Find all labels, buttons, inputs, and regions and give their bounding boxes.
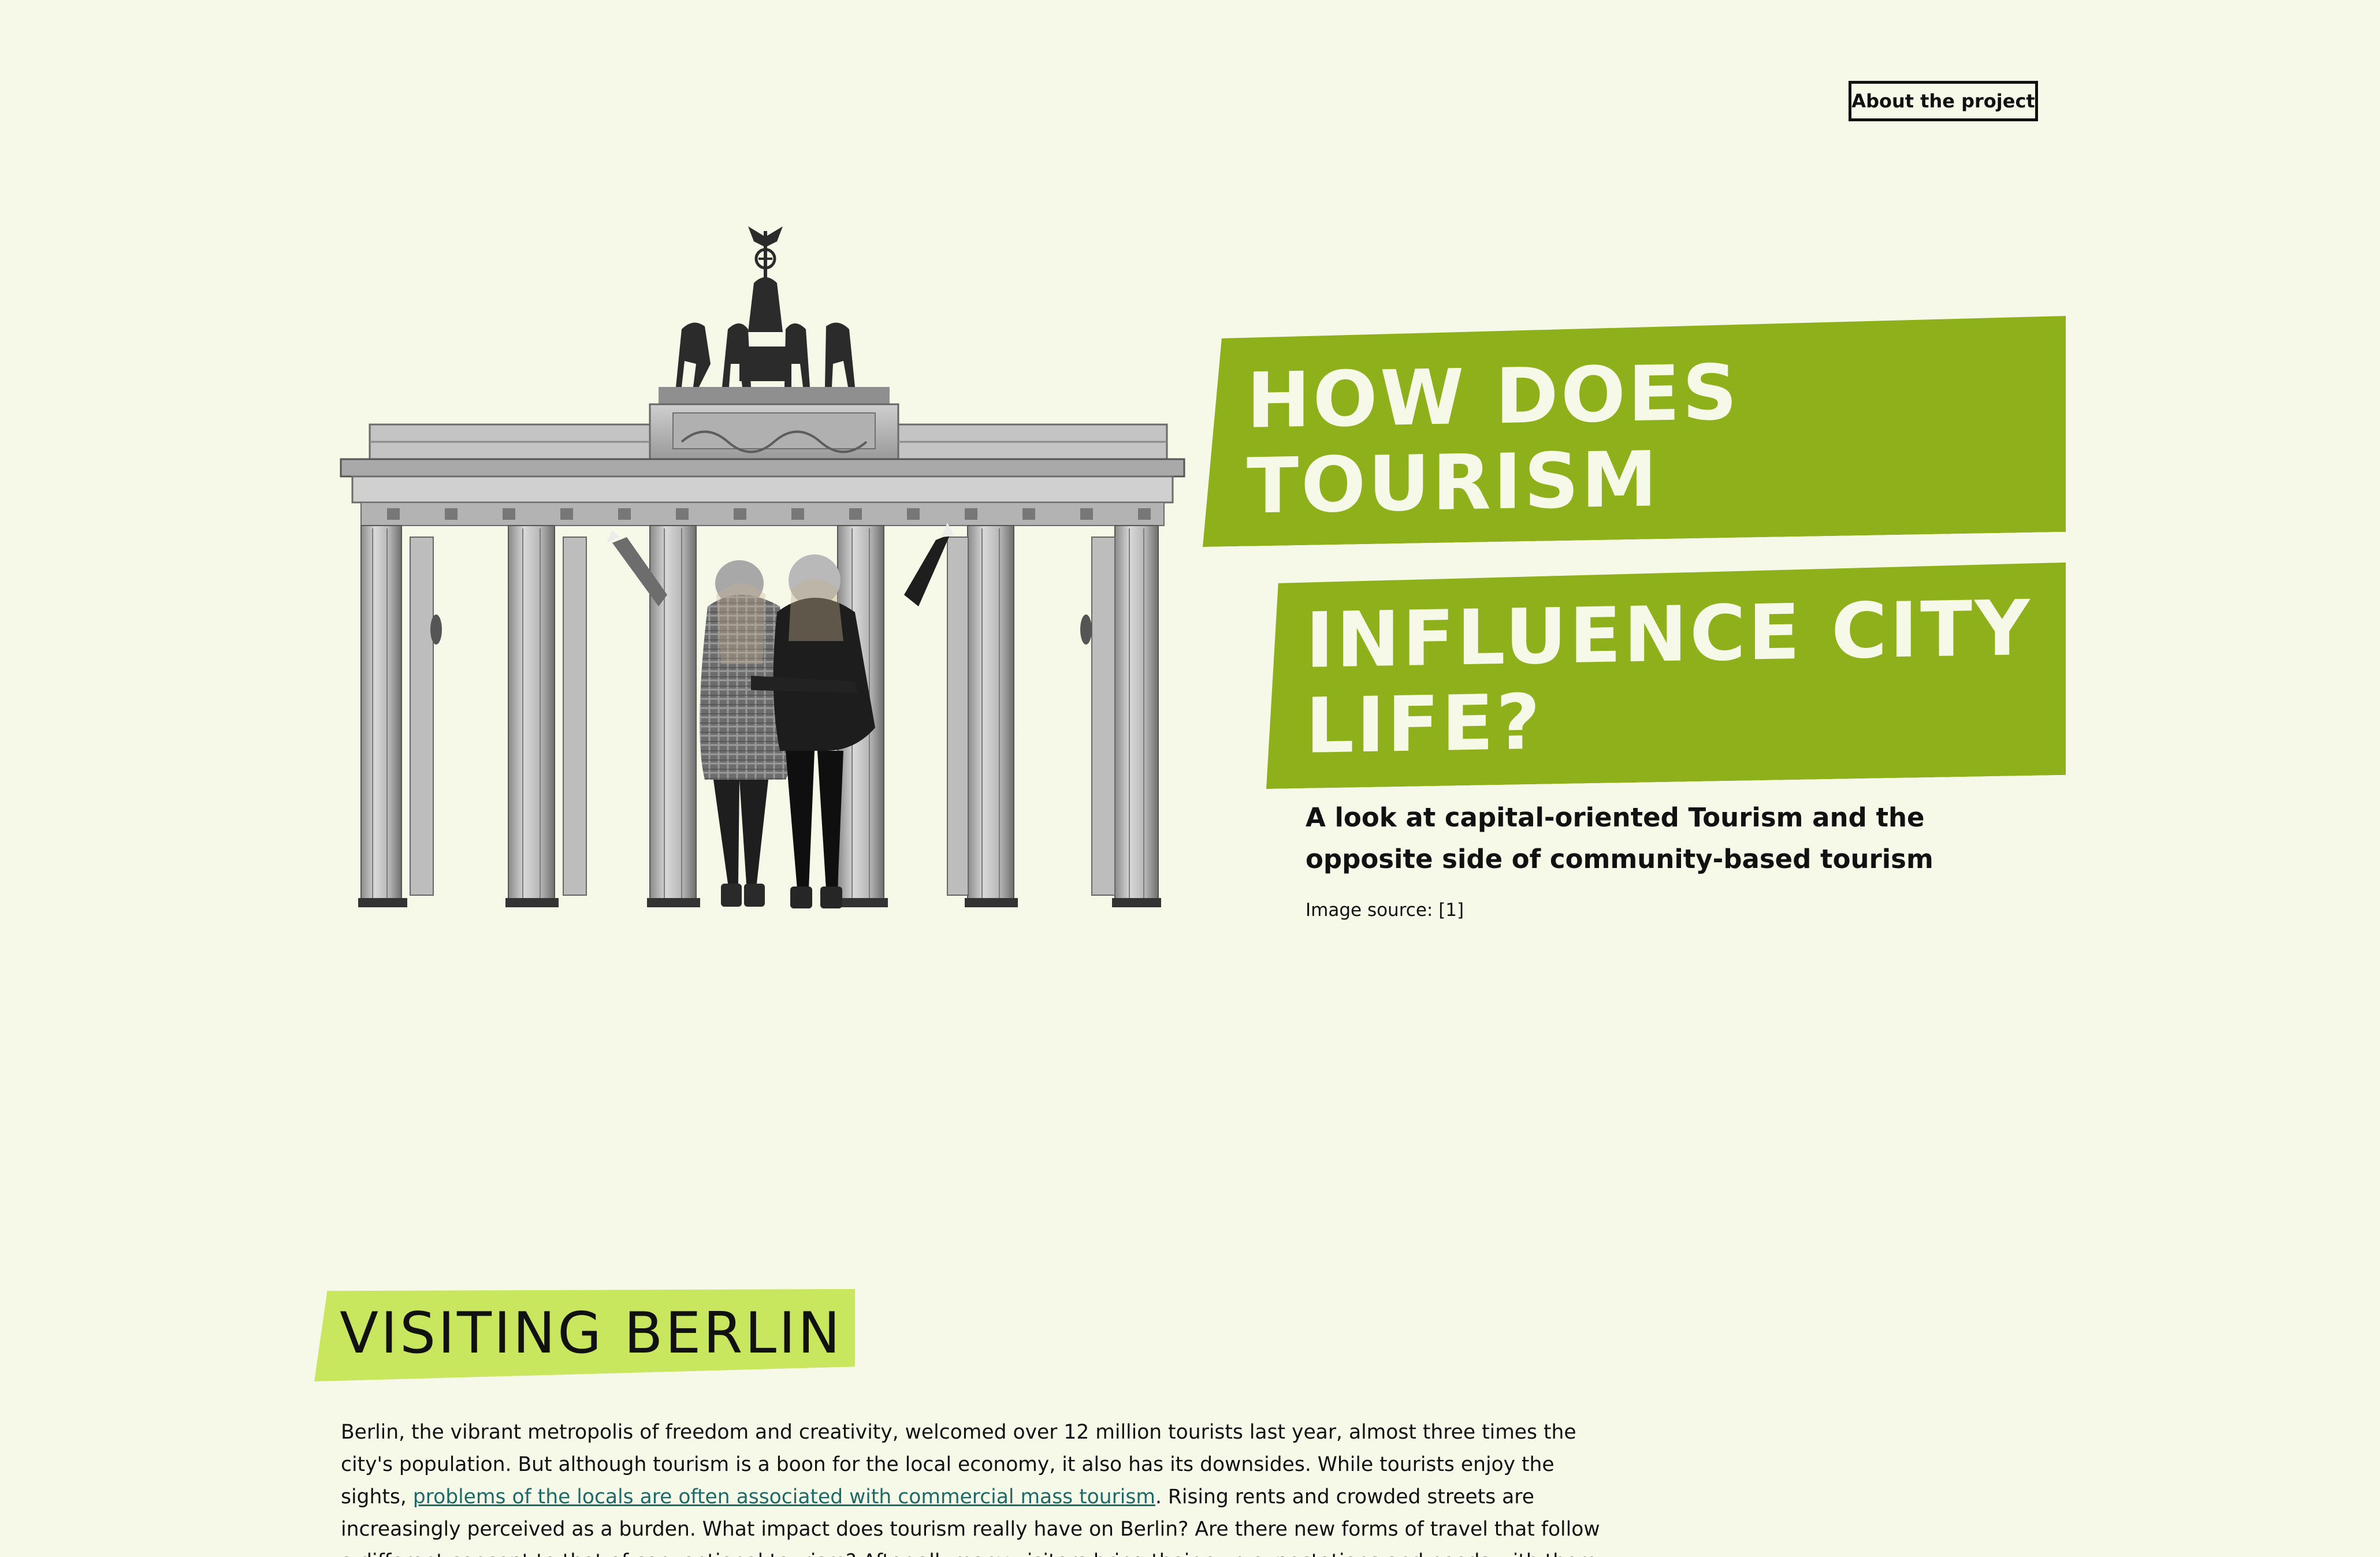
mass-tourism-problems-link[interactable]: problems of the locals are often associa… (413, 1485, 1155, 1508)
image-source-caption: Image source: [1] (1306, 900, 1464, 921)
hero-title-banner-1: HOW DOES TOURISM (1203, 316, 2066, 547)
hero-image (335, 214, 1190, 936)
about-project-button[interactable]: About the project (1849, 81, 2038, 121)
section-heading: VISITING BERLIN (314, 1289, 855, 1381)
hero-title-line-1: HOW DOES (1247, 348, 1740, 446)
page: About the project HOW DOES TOURISM INFLU… (0, 0, 2380, 1557)
hero-title-banner-2: INFLUENCE CITY LIFE? (1266, 563, 2066, 789)
image-source-label: Image source: (1306, 900, 1439, 921)
hero-title-line-3: INFLUENCE CITY (1306, 583, 2032, 686)
image-source-reference-link[interactable]: [1] (1438, 900, 1464, 921)
brandenburg-gate-illustration (340, 226, 1185, 908)
quadriga (676, 226, 855, 387)
hero-title-line-4: LIFE? (1306, 677, 1543, 771)
hero-title-line-2: TOURISM (1247, 435, 1660, 531)
hero-subtitle: A look at capital-oriented Tourism and t… (1306, 802, 1933, 874)
section-paragraph: Berlin, the vibrant metropolis of freedo… (341, 1416, 1612, 1557)
